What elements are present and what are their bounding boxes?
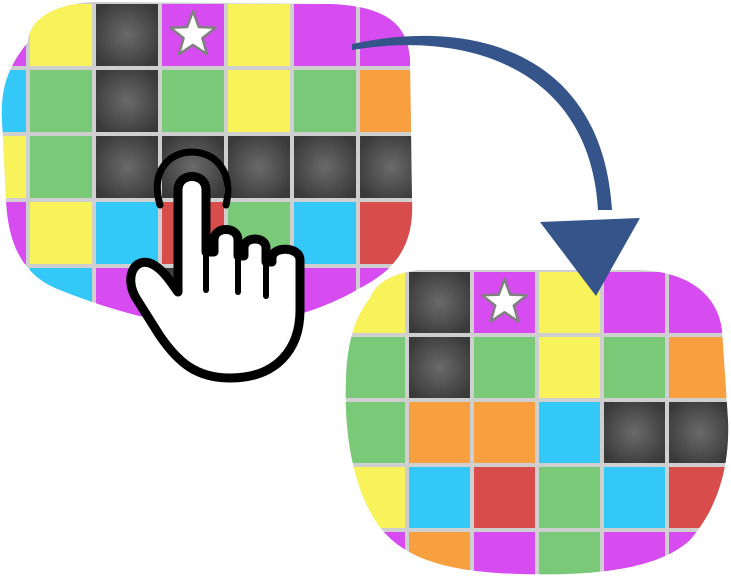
tile-Y[interactable]	[539, 337, 600, 398]
tile-G[interactable]	[344, 337, 405, 398]
tile-D[interactable]	[409, 272, 470, 333]
tile-Y[interactable]	[228, 70, 290, 132]
tile-D[interactable]	[96, 136, 158, 198]
tile-G[interactable]	[30, 70, 92, 132]
game-tutorial-illustration	[0, 0, 731, 576]
tile-P[interactable]	[669, 532, 730, 576]
board-after	[344, 270, 730, 576]
tile-D[interactable]	[604, 402, 665, 463]
tile-G[interactable]	[30, 136, 92, 198]
tile-G[interactable]	[539, 532, 600, 576]
tile-D[interactable]	[294, 136, 356, 198]
tile-B[interactable]	[0, 268, 26, 330]
tile-G[interactable]	[604, 337, 665, 398]
tile-Y[interactable]	[0, 136, 26, 198]
tile-D[interactable]	[96, 4, 158, 66]
tile-P[interactable]	[294, 4, 356, 66]
tile-P[interactable]	[669, 272, 730, 333]
tile-Y[interactable]	[30, 202, 92, 264]
tile-Y[interactable]	[30, 4, 92, 66]
tile-grout	[1, 266, 28, 327]
tile-O[interactable]	[409, 532, 470, 576]
tile-R[interactable]	[360, 202, 422, 264]
tile-G[interactable]	[162, 70, 224, 132]
tile-B[interactable]	[604, 467, 665, 528]
tile-D[interactable]	[409, 337, 470, 398]
tile-G[interactable]	[539, 467, 600, 528]
tile-R[interactable]	[474, 467, 535, 528]
tile-D[interactable]	[360, 136, 422, 198]
tile-O[interactable]	[669, 337, 730, 398]
tile-B[interactable]	[96, 202, 158, 264]
tile-P[interactable]	[344, 532, 405, 576]
tile-B[interactable]	[539, 402, 600, 463]
tile-D[interactable]	[228, 136, 290, 198]
tile-G[interactable]	[294, 70, 356, 132]
tile-P[interactable]	[474, 532, 535, 576]
tile-P[interactable]	[604, 532, 665, 576]
tile-D[interactable]	[669, 402, 730, 463]
tile-G[interactable]	[344, 402, 405, 463]
tile-O[interactable]	[360, 70, 422, 132]
tile-Y[interactable]	[228, 4, 290, 66]
tile-B[interactable]	[0, 70, 26, 132]
tile-B[interactable]	[409, 467, 470, 528]
tile-O[interactable]	[474, 402, 535, 463]
tutorial-scene	[0, 2, 730, 576]
tile-D[interactable]	[96, 70, 158, 132]
tile-G[interactable]	[474, 337, 535, 398]
tile-P[interactable]	[360, 4, 422, 66]
tile-P[interactable]	[604, 272, 665, 333]
tile-O[interactable]	[409, 402, 470, 463]
tile-B[interactable]	[30, 268, 92, 330]
tile-Y[interactable]	[344, 467, 405, 528]
tile-R[interactable]	[669, 467, 730, 528]
tile-P[interactable]	[0, 4, 26, 66]
tile-P[interactable]	[0, 202, 26, 264]
